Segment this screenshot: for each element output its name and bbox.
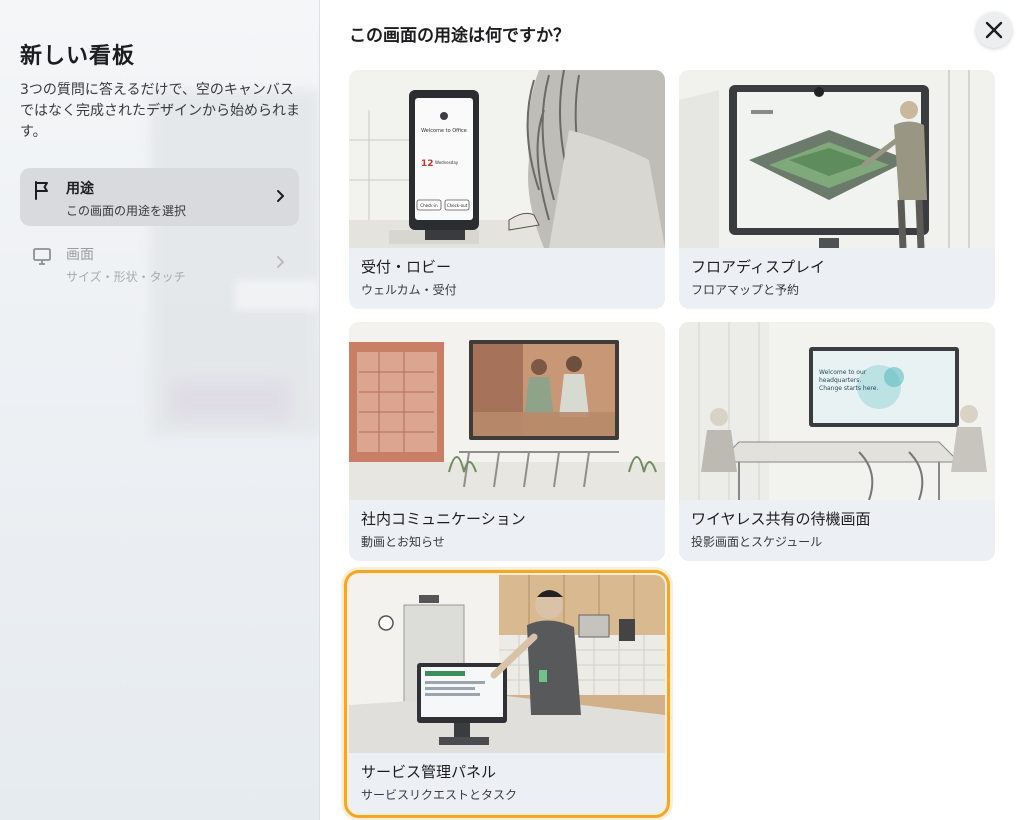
- step-screen[interactable]: 画面 サイズ・形状・タッチ: [20, 234, 299, 292]
- card-subtitle: 投影画面とスケジュール: [691, 535, 823, 549]
- card-title: サービス管理パネル: [361, 763, 497, 781]
- sidebar: 新しい看板 3つの質問に答えるだけで、空のキャンバスではなく完成されたデザインか…: [0, 0, 320, 820]
- internal-communication-illustration: [349, 322, 665, 500]
- option-card-wireless-share[interactable]: Welcome to our headquarters. Change star…: [679, 322, 995, 561]
- step-sublabel: この画面の用途を選択: [66, 204, 187, 218]
- close-icon: [985, 21, 1003, 39]
- kiosk-checkout-text: Check-out: [447, 203, 468, 208]
- card-subtitle: サービスリクエストとタスク: [361, 788, 518, 802]
- reception-illustration: Welcome to Office 12 Wednesday Check-in …: [349, 70, 665, 248]
- screen-welcome-line2: headquarters.: [819, 377, 861, 384]
- sidebar-title: 新しい看板: [20, 44, 136, 69]
- card-subtitle: フロアマップと予約: [691, 283, 800, 297]
- chevron-right-icon: [277, 256, 284, 268]
- option-card-service-panel[interactable]: サービス管理パネル サービスリクエストとタスク: [344, 570, 670, 818]
- card-title: ワイヤレス共有の待機画面: [691, 510, 871, 528]
- background-blur: [170, 380, 290, 420]
- flag-icon: [35, 181, 48, 200]
- card-title: 受付・ロビー: [361, 258, 452, 276]
- option-card-internal-communication[interactable]: 社内コミュニケーション 動画とお知らせ: [349, 322, 665, 561]
- service-panel-illustration: [349, 575, 665, 753]
- card-subtitle: 動画とお知らせ: [361, 535, 445, 549]
- main-panel: この画面の用途は何ですか？ Welcome to Office 12 Wedne…: [320, 0, 1024, 820]
- kiosk-welcome-text: Welcome to Office: [421, 128, 467, 134]
- card-title: 社内コミュニケーション: [361, 510, 526, 528]
- option-card-floor-display[interactable]: フロアディスプレイ フロアマップと予約: [679, 70, 995, 309]
- kiosk-day-text: Wednesday: [435, 160, 459, 165]
- monitor-icon: [33, 248, 51, 265]
- wireless-share-illustration: Welcome to our headquarters. Change star…: [679, 322, 995, 500]
- screen-welcome-line3: Change starts here.: [819, 385, 878, 392]
- step-label: 用途: [66, 181, 94, 197]
- step-label: 画面: [66, 247, 94, 263]
- step-purpose[interactable]: 用途 この画面の用途を選択: [20, 168, 299, 226]
- floor-display-illustration: [679, 70, 995, 248]
- card-title: フロアディスプレイ: [691, 258, 825, 276]
- sidebar-description: 3つの質問に答えるだけで、空のキャンバスではなく完成されたデザインから始められま…: [20, 82, 300, 140]
- step-sublabel: サイズ・形状・タッチ: [66, 270, 186, 284]
- chevron-right-icon: [277, 190, 284, 202]
- option-card-reception[interactable]: Welcome to Office 12 Wednesday Check-in …: [349, 70, 665, 309]
- page-title: この画面の用途は何ですか？: [349, 26, 570, 46]
- close-button[interactable]: [976, 12, 1012, 48]
- card-subtitle: ウェルカム・受付: [361, 283, 457, 297]
- screen-welcome-line1: Welcome to our: [819, 369, 867, 376]
- kiosk-date-text: 12: [421, 159, 434, 169]
- kiosk-checkin-text: Check-in: [420, 203, 438, 208]
